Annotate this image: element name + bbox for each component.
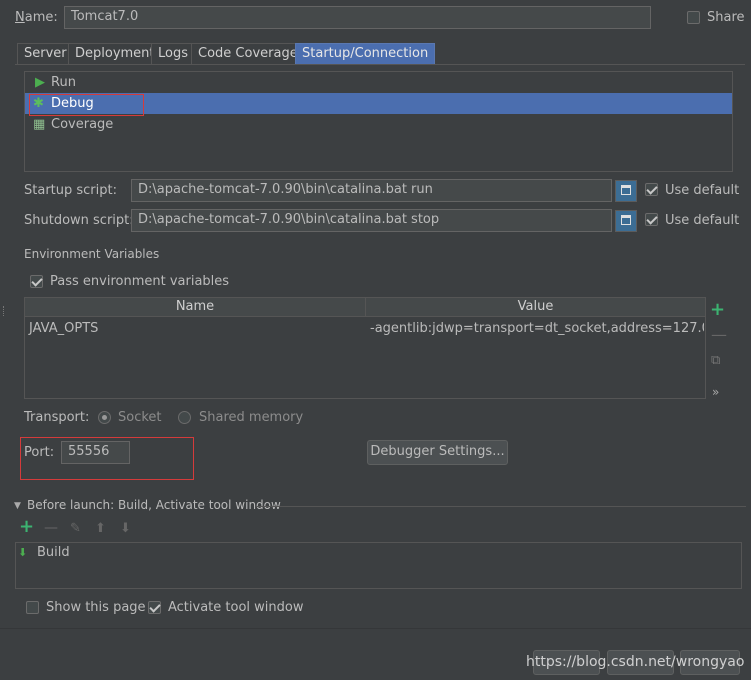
startup-script-field[interactable]: D:\apache-tomcat-7.0.90\bin\catalina.bat… [131,179,612,202]
mode-item-coverage[interactable]: Coverage [51,117,113,133]
shutdown-use-default-checkbox[interactable] [645,213,658,226]
more-icon[interactable]: » [712,384,719,400]
shutdown-use-default-label: Use default [665,213,740,228]
bottom-divider [0,628,751,629]
before-launch-divider [256,506,746,507]
shutdown-script-label: Shutdown script: [24,213,134,228]
activate-tool-window-label: Activate tool window [168,600,304,615]
show-page-checkbox[interactable] [26,601,39,614]
env-col-name: Name [25,298,366,317]
transport-socket-label: Socket [118,410,162,425]
browse-icon [621,185,631,195]
activate-tool-window-checkbox[interactable] [148,601,161,614]
tab-code-coverage[interactable]: Code Coverage [191,43,305,64]
run-icon: ▶ [35,75,45,90]
transport-socket-radio[interactable] [98,411,111,424]
before-launch-list [15,542,742,589]
add-task-icon[interactable]: + [19,518,34,536]
coverage-icon: ▦ [33,117,46,132]
pass-env-label: Pass environment variables [50,274,230,289]
browse-icon [621,215,631,225]
startup-use-default-checkbox[interactable] [645,183,658,196]
tab-deployment[interactable]: Deployment [68,43,162,64]
mode-item-run[interactable]: Run [51,75,76,91]
share-checkbox[interactable] [687,11,700,24]
debugger-settings-button[interactable]: Debugger Settings... [367,440,508,465]
pass-env-checkbox[interactable] [30,275,43,288]
browse-startup-button[interactable] [615,180,637,202]
env-col-value: Value [366,298,705,317]
before-launch-title: Before launch: Build, Activate tool wind… [27,498,281,512]
startup-script-label: Startup script: [24,183,117,198]
browse-shutdown-button[interactable] [615,210,637,232]
move-up-icon[interactable]: ⬆ [95,521,106,537]
move-down-icon[interactable]: ⬇ [120,521,131,537]
transport-label: Transport: [24,410,90,425]
splitter-handle[interactable] [3,306,5,316]
show-page-label: Show this page [46,600,146,615]
add-icon[interactable]: + [710,301,725,319]
debug-highlight-box [29,94,144,116]
shutdown-script-field[interactable]: D:\apache-tomcat-7.0.90\bin\catalina.bat… [131,209,612,232]
remove-icon[interactable]: — [711,327,727,343]
env-section-title: Environment Variables [24,247,160,261]
port-field[interactable]: 55556 [61,441,130,464]
before-launch-item-build[interactable]: Build [37,545,70,561]
env-row-name[interactable]: JAVA_OPTS [29,321,98,337]
transport-shared-memory-radio[interactable] [178,411,191,424]
build-icon: ⬇ [18,546,28,559]
watermark: https://blog.csdn.net/wrongyao [526,654,745,670]
share-label: Share [707,10,745,25]
copy-icon[interactable]: ⧉ [711,353,720,369]
name-field[interactable]: Tomcat7.0 [64,6,651,29]
transport-shared-memory-label: Shared memory [199,410,304,425]
port-label: Port: [24,445,55,460]
startup-use-default-label: Use default [665,183,740,198]
tab-startup-connection[interactable]: Startup/Connection [295,43,436,64]
collapse-triangle-icon[interactable]: ▼ [14,498,21,514]
tab-server[interactable]: Server [17,43,74,64]
edit-task-icon[interactable]: ✎ [70,521,81,537]
env-row-value[interactable]: -agentlib:jdwp=transport=dt_socket,addre… [370,321,704,337]
modes-list [24,71,733,172]
tab-logs[interactable]: Logs [151,43,195,64]
name-label: Name: [15,10,58,25]
remove-task-icon[interactable]: — [44,520,58,536]
